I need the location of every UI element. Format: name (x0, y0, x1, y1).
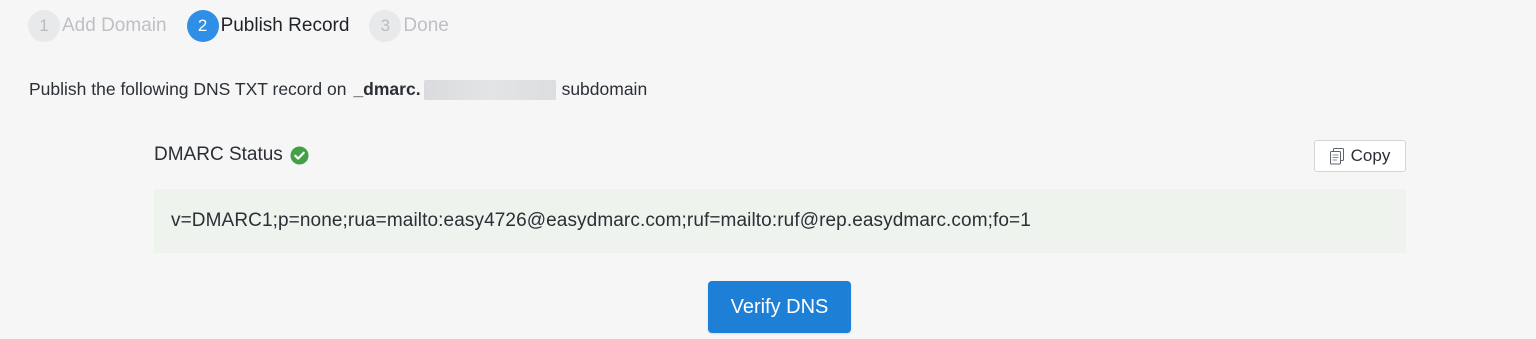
step-number: 3 (369, 10, 402, 42)
step-publish-record: 2 Publish Record (186, 10, 350, 42)
copy-button[interactable]: Copy (1314, 140, 1406, 172)
step-number: 1 (28, 10, 60, 42)
step-add-domain: 1 Add Domain (28, 10, 167, 42)
instruction-suffix: subdomain (561, 79, 648, 99)
step-done: 3 Done (369, 10, 449, 42)
dmarc-status: DMARC Status (154, 144, 309, 166)
step-number: 2 (186, 10, 219, 42)
status-title: DMARC Status (154, 144, 283, 165)
verify-dns-button[interactable]: Verify DNS (708, 281, 851, 333)
dns-record-value: v=DMARC1;p=none;rua=mailto:easy4726@easy… (171, 210, 1031, 231)
step-label: Publish Record (220, 15, 350, 36)
step-label: Add Domain (62, 15, 167, 36)
instruction-text: Publish the following DNS TXT record on … (29, 79, 647, 100)
status-row: DMARC Status Copy (154, 140, 1406, 176)
step-label: Done (403, 15, 449, 36)
copy-icon (1329, 147, 1345, 165)
dmarc-host: _dmarc. (353, 79, 421, 99)
stepper: 1 Add Domain 2 Publish Record 3 Done (28, 10, 469, 42)
redacted-domain (423, 79, 556, 100)
dns-record-box: v=DMARC1;p=none;rua=mailto:easy4726@easy… (154, 189, 1406, 253)
instruction-prefix: Publish the following DNS TXT record on (29, 79, 347, 99)
check-circle-icon (290, 145, 309, 165)
copy-label: Copy (1350, 146, 1391, 165)
